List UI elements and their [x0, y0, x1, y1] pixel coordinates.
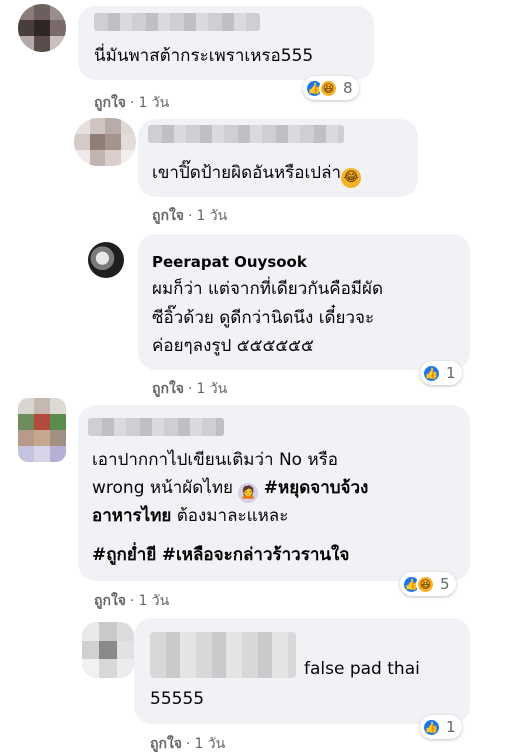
- like-reaction-icon: 👍: [422, 717, 441, 737]
- reaction-summary[interactable]: 👍 1: [420, 715, 462, 739]
- reaction-count: 1: [446, 718, 456, 736]
- comment-text-line: 55555: [150, 689, 205, 709]
- comment-5: false pad thai 55555 👍 1 ถูกใจ · 1 วัน: [0, 0, 506, 755]
- like-link[interactable]: ถูกใจ: [150, 736, 182, 752]
- avatar[interactable]: [82, 622, 134, 678]
- blurred-author-name: [150, 632, 296, 678]
- comment-text-line: false pad thai: [304, 659, 420, 679]
- timestamp[interactable]: 1 วัน: [194, 736, 225, 752]
- comment-meta: ถูกใจ · 1 วัน: [150, 736, 226, 752]
